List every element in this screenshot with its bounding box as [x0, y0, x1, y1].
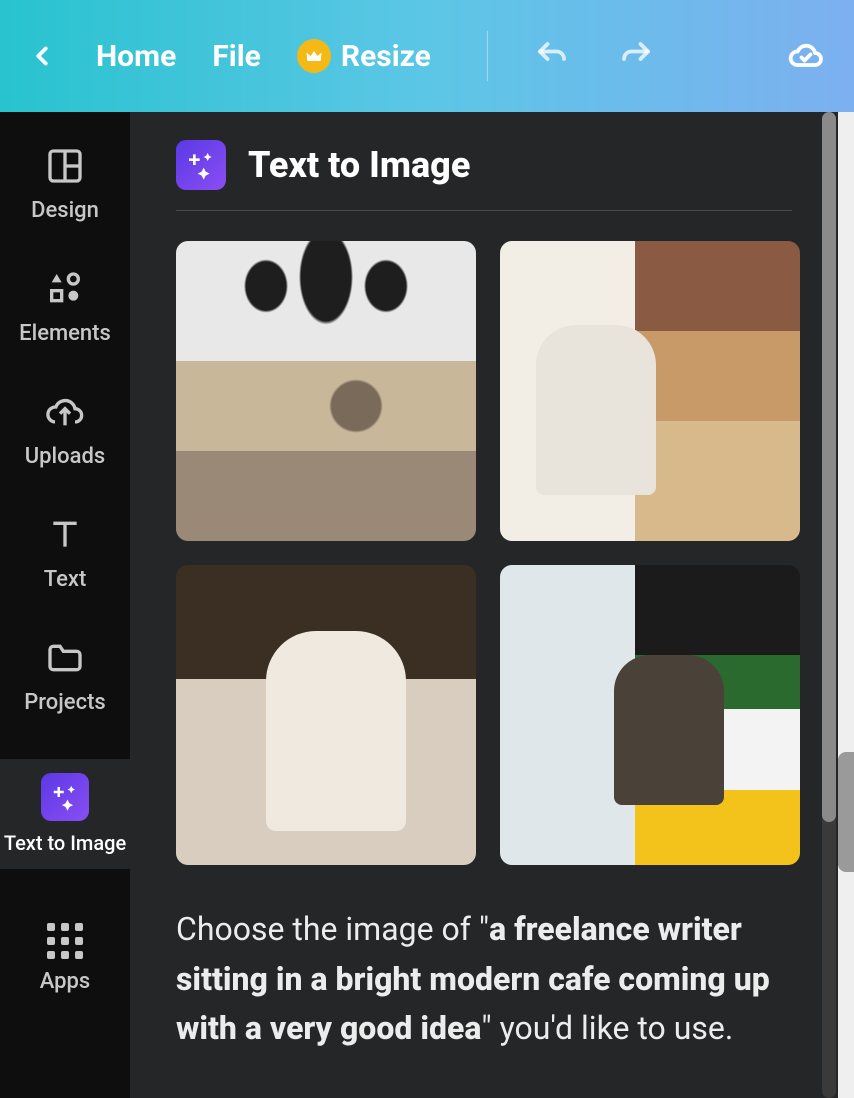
sidebar-item-uploads[interactable]: Uploads — [0, 390, 130, 469]
crown-icon — [297, 39, 331, 73]
resize-button[interactable]: Resize — [297, 39, 431, 74]
resize-label: Resize — [341, 39, 431, 74]
canvas-edge — [838, 112, 854, 1098]
home-button[interactable]: Home — [96, 39, 176, 74]
apps-icon — [47, 923, 83, 959]
undo-button[interactable] — [528, 32, 576, 80]
chevron-left-icon — [27, 41, 57, 71]
design-icon — [43, 144, 87, 188]
sidebar-item-projects[interactable]: Projects — [0, 636, 130, 715]
panel-header: Text to Image — [176, 140, 792, 190]
generated-image-grid — [176, 241, 792, 865]
sidebar-item-label: Projects — [24, 690, 105, 715]
topbar-divider — [487, 31, 488, 81]
sidebar-item-design[interactable]: Design — [0, 144, 130, 223]
sidebar-item-apps[interactable]: Apps — [0, 923, 130, 994]
sidebar-item-label: Apps — [40, 969, 90, 994]
sidebar-item-label: Elements — [19, 321, 111, 346]
sidebar-item-label: Text — [44, 567, 87, 592]
generated-image-4[interactable] — [500, 565, 800, 865]
elements-icon — [43, 267, 87, 311]
uploads-icon — [43, 390, 87, 434]
main-panel: Text to Image Choose the image of "a fre… — [130, 112, 838, 1098]
panel-scrollbar[interactable] — [822, 112, 836, 1098]
scrollbar-thumb[interactable] — [822, 112, 836, 822]
sidebar-item-label: Text to Image — [4, 831, 126, 855]
generated-image-3[interactable] — [176, 565, 476, 865]
redo-button[interactable] — [612, 32, 660, 80]
file-button[interactable]: File — [212, 39, 261, 74]
cloud-check-icon — [788, 38, 824, 74]
generated-image-1[interactable] — [176, 241, 476, 541]
sidebar-item-elements[interactable]: Elements — [0, 267, 130, 346]
redo-icon — [618, 38, 654, 74]
cloud-sync-button[interactable] — [782, 32, 830, 80]
sidebar-item-label: Design — [31, 198, 99, 223]
text-to-image-icon — [41, 773, 89, 821]
sidebar-item-text[interactable]: Text — [0, 513, 130, 592]
text-icon — [43, 513, 87, 557]
prompt-instruction: Choose the image of "a freelance writer … — [176, 905, 792, 1054]
panel-divider — [176, 210, 792, 211]
panel-title: Text to Image — [248, 144, 470, 186]
back-button[interactable] — [24, 38, 60, 74]
topbar: Home File Resize — [0, 0, 854, 112]
folder-icon — [43, 636, 87, 680]
sidebar-item-label: Uploads — [25, 444, 105, 469]
sidebar: Design Elements Uploads Tex — [0, 112, 130, 1098]
generated-image-2[interactable] — [500, 241, 800, 541]
sidebar-item-text-to-image[interactable]: Text to Image — [0, 759, 130, 869]
undo-icon — [534, 38, 570, 74]
prompt-suffix: " you'd like to use. — [481, 1009, 733, 1047]
text-to-image-icon — [176, 140, 226, 190]
prompt-prefix: Choose the image of " — [176, 910, 489, 948]
